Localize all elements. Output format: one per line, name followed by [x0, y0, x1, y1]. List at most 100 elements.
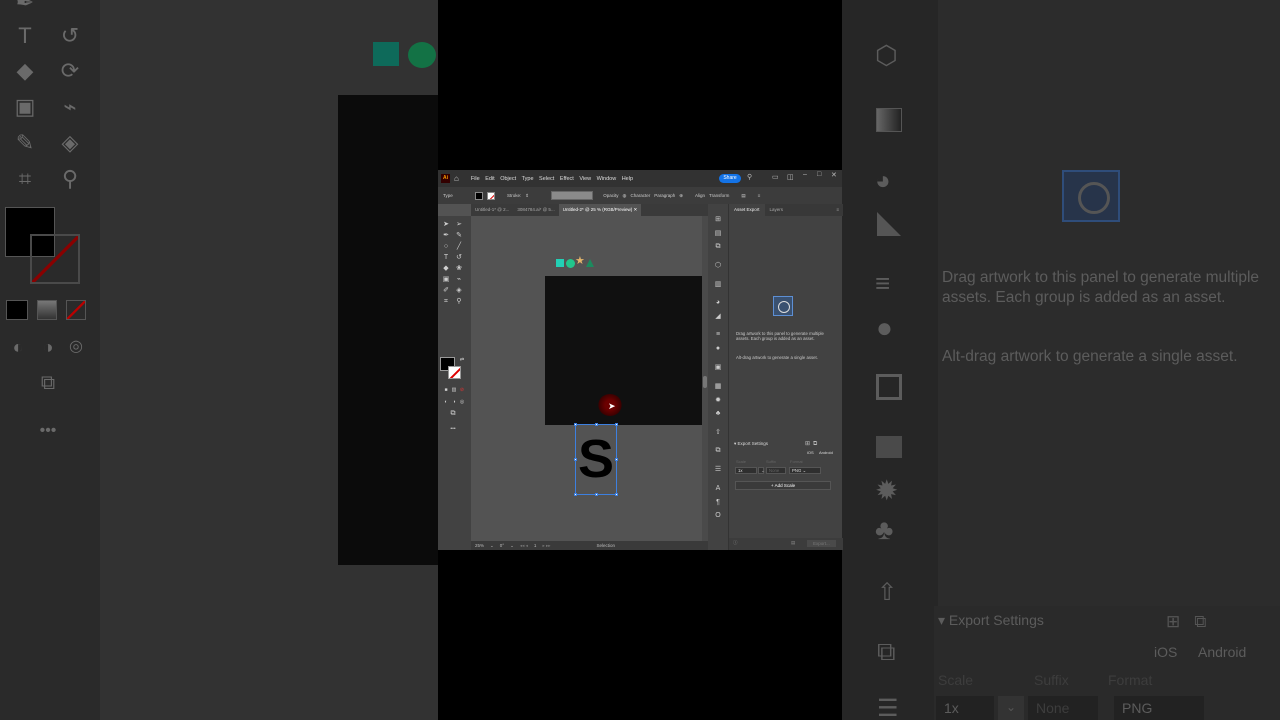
3d-icon[interactable]: ⬡ [712, 261, 724, 271]
tab-3084784[interactable]: 3084784.ai* @ 5... [513, 204, 558, 216]
warp-tool-icon[interactable]: ❀ [454, 264, 464, 274]
minimize-icon[interactable]: – [803, 171, 807, 178]
tab-untitled-1[interactable]: Untitled-1* @ 2... [471, 204, 513, 216]
star-shape[interactable]: ★ [575, 256, 585, 267]
menu-help[interactable]: Help [622, 176, 633, 182]
rotation-dropdown-icon[interactable]: ⌄ [510, 543, 514, 549]
isolate-icon[interactable]: ▤ [741, 193, 745, 199]
menu-select[interactable]: Select [539, 176, 554, 182]
scroll-thumb[interactable] [703, 376, 707, 388]
triangle-shape[interactable] [586, 259, 594, 267]
resize-handle-r[interactable] [615, 458, 618, 461]
symbols-icon[interactable]: ▣ [712, 363, 724, 373]
style-icon[interactable]: ◍ [623, 193, 627, 199]
panel-options-icon[interactable]: ≡ [832, 204, 843, 216]
export-for-screens-icon[interactable]: ▤ [791, 540, 795, 546]
android-preset[interactable]: Android [819, 450, 833, 455]
rotation-field[interactable]: 0° [500, 543, 504, 548]
resize-handle-tl[interactable] [574, 423, 577, 426]
stroke-swatch[interactable] [487, 191, 495, 200]
brushes-icon[interactable]: ✹ [712, 396, 724, 406]
fill-swatch[interactable] [475, 191, 483, 200]
zoom-field[interactable]: 25% [475, 543, 484, 548]
zoom-tool-icon[interactable]: ⚲ [454, 297, 464, 307]
recolor-icon[interactable]: ⊕ [679, 193, 683, 199]
gradient-panel-icon[interactable]: ▥ [712, 280, 724, 290]
artboard-number-field[interactable]: 1 [534, 543, 537, 548]
character-link[interactable]: Character [630, 193, 650, 198]
close-icon[interactable]: ✕ [831, 171, 837, 179]
selection-bounding-box[interactable] [575, 424, 617, 495]
opentype-icon[interactable]: O [712, 511, 724, 521]
resize-handle-br[interactable] [615, 493, 618, 496]
variable-width-profile[interactable] [551, 191, 594, 200]
align-link[interactable]: Align [695, 193, 705, 198]
export-button[interactable]: Export... [807, 540, 836, 547]
stroke-panel-icon[interactable]: ≡ [712, 330, 724, 340]
stroke-color-box[interactable] [448, 366, 461, 379]
puppet-warp-icon[interactable]: ⇧ [712, 428, 724, 438]
search-icon[interactable]: ⚲ [747, 173, 752, 181]
ellipse-tool-icon[interactable]: ○ [441, 242, 451, 252]
tab-untitled-2[interactable]: Untitled-2* @ 25 % (RGB/Preview) ✕ [558, 204, 642, 216]
resize-handle-l[interactable] [574, 458, 577, 461]
artboard-next-icon[interactable]: ▸ ▸▸ [542, 543, 550, 549]
direct-selection-tool-icon[interactable]: ➢ [454, 220, 464, 230]
tab-layers[interactable]: Layers [765, 204, 789, 216]
stroke-weight-field[interactable]: ⇕ [525, 193, 547, 199]
transform-link[interactable]: Transform [709, 193, 729, 198]
export-settings-icons[interactable]: ⊞⧉ [805, 440, 820, 448]
none-mode-icon[interactable]: ⊘ [457, 385, 467, 395]
zoom-dropdown-icon[interactable]: ⌄ [490, 543, 494, 549]
resize-handle-b[interactable] [595, 493, 598, 496]
align-panel-icon[interactable]: ☰ [712, 465, 724, 475]
color-panel-icon[interactable]: ◕ [712, 298, 724, 308]
format-select[interactable]: PNG ⌄ [789, 467, 821, 474]
eyedropper-tool-icon[interactable]: ⌁ [454, 275, 464, 285]
scale-select[interactable]: 1x [735, 467, 757, 474]
pen-tool-icon[interactable]: ✒ [441, 231, 451, 241]
add-scale-button[interactable]: + Add Scale [735, 481, 831, 490]
swatches-icon[interactable]: ▦ [712, 382, 724, 392]
selection-tool-icon[interactable]: ➤ [441, 220, 451, 230]
resize-handle-bl[interactable] [574, 493, 577, 496]
tab-asset-export[interactable]: Asset Export [729, 204, 765, 216]
swap-colors-icon[interactable]: ⇄ [457, 355, 467, 365]
pathfinder-icon[interactable]: ⧉ [712, 446, 724, 456]
paragraph-icon[interactable]: ¶ [712, 498, 724, 508]
scale-dropdown-icon[interactable]: ⌄ [758, 467, 765, 474]
share-button[interactable]: Share [719, 174, 741, 183]
panel-menu-icon[interactable]: ≡ [758, 193, 761, 198]
artboard-nav-icon[interactable]: ◂◂ ◂ [520, 543, 528, 549]
maximize-icon[interactable]: □ [817, 171, 821, 178]
workspace-icon[interactable]: ◫ [787, 173, 794, 181]
menu-effect[interactable]: Effect [560, 176, 574, 182]
suffix-input[interactable]: None [766, 467, 786, 474]
ios-preset[interactable]: iOS [807, 450, 814, 455]
teal-square-shape[interactable] [556, 259, 564, 267]
menu-edit[interactable]: Edit [485, 176, 494, 182]
transparency-icon[interactable]: ◢ [712, 312, 724, 322]
eraser-tool-icon[interactable]: ◆ [441, 264, 451, 274]
export-settings-header[interactable]: ▾ Export Settings [734, 441, 768, 447]
home-icon[interactable]: ⌂ [454, 174, 459, 183]
paragraph-link[interactable]: Paragraph [654, 193, 675, 198]
shape-builder-tool-icon[interactable]: ◈ [454, 286, 464, 296]
menu-view[interactable]: View [579, 176, 591, 182]
line-tool-icon[interactable]: ╱ [454, 242, 464, 252]
screen-mode-icon[interactable]: ⧉ [448, 409, 458, 419]
green-circle-shape[interactable] [566, 259, 575, 268]
curvature-tool-icon[interactable]: ✎ [454, 231, 464, 241]
opacity-label[interactable]: Opacity [603, 193, 618, 198]
character-icon[interactable]: A [712, 484, 724, 494]
club-icon[interactable]: ♣ [712, 409, 724, 419]
resize-handle-tr[interactable] [615, 423, 618, 426]
menu-file[interactable]: File [471, 176, 480, 182]
rotate-tool-icon[interactable]: ↺ [454, 253, 464, 263]
menu-window[interactable]: Window [597, 176, 617, 182]
type-tool-icon[interactable]: T [441, 253, 451, 263]
layers-icon[interactable]: ▤ [712, 229, 724, 239]
artboard[interactable] [545, 276, 702, 425]
resize-handle-t[interactable] [595, 423, 598, 426]
menu-object[interactable]: Object [500, 176, 516, 182]
